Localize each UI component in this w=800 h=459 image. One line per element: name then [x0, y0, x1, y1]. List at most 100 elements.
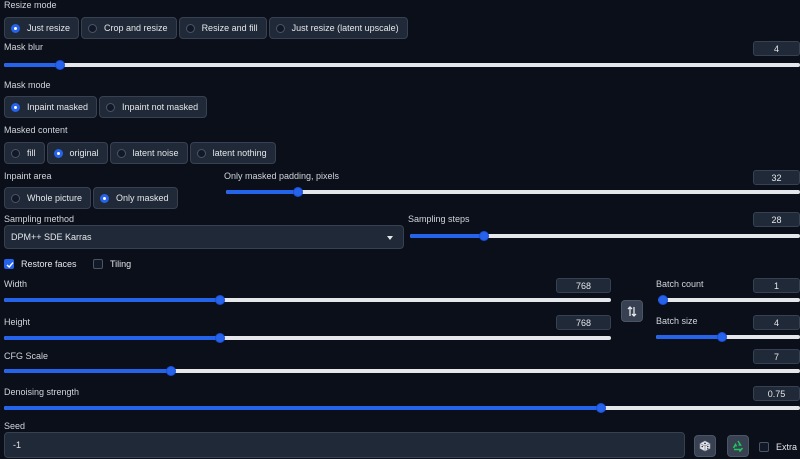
option-label: Whole picture	[27, 193, 83, 203]
option-label: fill	[27, 148, 36, 158]
width-slider[interactable]	[4, 295, 611, 305]
restore-faces-checkbox[interactable]: Restore faces	[4, 259, 77, 269]
slider-fill	[410, 234, 485, 238]
extra-checkbox[interactable]: Extra	[759, 442, 797, 452]
slider-thumb[interactable]	[215, 295, 226, 305]
slider-fill	[4, 336, 221, 340]
slider-fill	[4, 63, 60, 67]
inpaint-area-group: Whole picture Only masked	[4, 187, 178, 209]
slider-fill	[4, 406, 601, 410]
batch-count-slider[interactable]	[658, 295, 800, 305]
radio-empty-icon	[88, 23, 98, 33]
option-label: Crop and resize	[104, 23, 168, 33]
mask-blur-slider[interactable]	[4, 60, 800, 70]
mask-blur-label: Mask blur	[4, 42, 44, 52]
sampling-method-label: Sampling method	[4, 214, 75, 224]
slider-thumb[interactable]	[292, 187, 303, 197]
mask-mode-option[interactable]: Inpaint masked	[4, 96, 98, 118]
radio-empty-icon	[185, 23, 195, 33]
masked-content-label: Masked content	[4, 125, 68, 135]
option-label: Inpaint not masked	[122, 102, 199, 112]
option-label: Only masked	[116, 193, 169, 203]
option-label: Just resize	[27, 23, 71, 33]
seed-input[interactable]: -1	[4, 432, 685, 458]
denoising-strength-label: Denoising strength	[4, 387, 80, 397]
slider-thumb[interactable]	[166, 366, 177, 376]
width-input[interactable]: 768	[556, 278, 611, 293]
masked-content-group: fill original latent noise latent nothing	[4, 142, 276, 164]
radio-selected-icon	[11, 102, 20, 112]
slider-thumb[interactable]	[596, 403, 606, 413]
resize-mode-option[interactable]: Crop and resize	[81, 17, 177, 39]
slider-thumb[interactable]	[54, 60, 65, 70]
radio-selected-icon	[100, 193, 110, 203]
only-masked-padding-label: Only masked padding, pixels	[224, 171, 340, 181]
masked-content-option[interactable]: original	[46, 142, 108, 164]
only-masked-padding-input[interactable]: 32	[753, 170, 800, 185]
swap-arrows-icon	[627, 305, 637, 317]
inpaint-area-label: Inpaint area	[4, 171, 52, 181]
chevron-down-icon	[387, 236, 393, 240]
slider-fill	[4, 298, 221, 302]
batch-size-slider[interactable]	[656, 332, 800, 342]
slider-thumb[interactable]	[658, 295, 668, 305]
slider-thumb[interactable]	[717, 332, 728, 342]
masked-content-option[interactable]: latent noise	[109, 142, 188, 164]
radio-empty-icon	[106, 102, 116, 112]
radio-selected-icon	[53, 148, 63, 158]
sampling-method-dropdown[interactable]: DPM++ SDE Karras	[4, 225, 404, 249]
option-label: Resize and fill	[201, 23, 258, 33]
checkbox-checked-icon	[4, 259, 14, 269]
sampling-steps-slider[interactable]	[410, 231, 800, 241]
resize-mode-option[interactable]: Just resize (latent upscale)	[268, 17, 408, 39]
masked-content-option[interactable]: fill	[4, 142, 45, 164]
batch-size-label: Batch size	[656, 316, 698, 326]
mask-mode-option[interactable]: Inpaint not masked	[99, 96, 208, 118]
radio-selected-icon	[11, 23, 20, 33]
radio-empty-icon	[11, 148, 20, 158]
mask-mode-label: Mask mode	[4, 80, 51, 90]
tiling-label: Tiling	[110, 259, 132, 269]
radio-empty-icon	[11, 193, 20, 203]
sampling-steps-label: Sampling steps	[408, 214, 470, 224]
batch-size-input[interactable]: 4	[753, 315, 800, 330]
option-label: original	[69, 148, 99, 158]
width-label: Width	[4, 279, 28, 289]
cfg-scale-label: CFG Scale	[4, 351, 49, 361]
reuse-seed-button[interactable]	[727, 435, 749, 457]
swap-dimensions-button[interactable]	[621, 300, 643, 322]
slider-thumb[interactable]	[479, 231, 490, 241]
recycle-icon	[732, 440, 744, 452]
inpaint-area-option[interactable]: Only masked	[93, 187, 178, 209]
height-slider[interactable]	[4, 333, 611, 343]
denoising-strength-input[interactable]: 0.75	[753, 386, 800, 401]
batch-count-label: Batch count	[656, 279, 704, 289]
slider-fill	[656, 335, 723, 339]
height-input[interactable]: 768	[556, 315, 611, 330]
slider-fill	[226, 190, 298, 194]
mask-blur-input[interactable]: 4	[753, 41, 800, 56]
mask-mode-group: Inpaint masked Inpaint not masked	[4, 96, 208, 118]
tiling-checkbox[interactable]: Tiling	[93, 259, 131, 269]
only-masked-padding-slider[interactable]	[226, 187, 800, 197]
radio-empty-icon	[196, 148, 206, 158]
cfg-scale-slider[interactable]	[4, 366, 800, 376]
cfg-scale-input[interactable]: 7	[753, 349, 800, 364]
slider-thumb[interactable]	[215, 333, 226, 343]
option-label: Inpaint masked	[27, 102, 89, 112]
checkbox-empty-icon	[93, 259, 103, 269]
sampling-method-value: DPM++ SDE Karras	[11, 232, 92, 242]
sampling-steps-input[interactable]: 28	[753, 212, 800, 227]
inpaint-area-option[interactable]: Whole picture	[4, 187, 92, 209]
masked-content-option[interactable]: latent nothing	[189, 142, 276, 164]
resize-mode-option[interactable]: Resize and fill	[178, 17, 267, 39]
checkbox-empty-icon	[759, 442, 769, 452]
option-label: latent nothing	[212, 148, 267, 158]
resize-mode-label: Resize mode	[4, 0, 57, 10]
batch-count-input[interactable]: 1	[753, 278, 800, 293]
random-seed-button[interactable]	[694, 435, 716, 457]
denoising-strength-slider[interactable]	[4, 403, 800, 413]
resize-mode-option[interactable]: Just resize	[4, 17, 80, 39]
radio-empty-icon	[116, 148, 126, 158]
radio-empty-icon	[275, 23, 285, 33]
